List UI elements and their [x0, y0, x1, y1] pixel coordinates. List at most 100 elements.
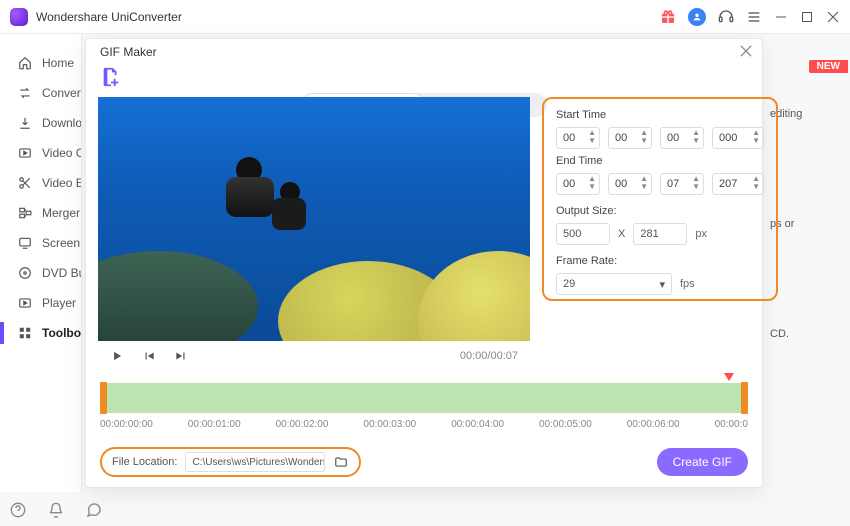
maximize-button[interactable] [800, 10, 814, 24]
import-file-button[interactable] [100, 66, 122, 88]
sidebar-item-player[interactable]: Player [0, 288, 81, 318]
trim-end-handle[interactable] [741, 382, 748, 414]
start-minute-input[interactable]: 00▲▼ [608, 127, 652, 149]
sidebar-item-label: Merger [42, 206, 80, 220]
background-content: editing ps or CD. [770, 60, 850, 486]
sidebar-item-label: Home [42, 56, 74, 70]
spinner-arrows-icon[interactable]: ▲▼ [752, 175, 760, 191]
end-hour-input[interactable]: 00▲▼ [556, 173, 600, 195]
sidebar-item-label: DVD Burner [42, 266, 81, 280]
spinner-arrows-icon[interactable]: ▲▼ [640, 129, 648, 145]
tick: 00:00:00:00 [100, 419, 153, 430]
sidebar-item-compressor[interactable]: Video Compressor [0, 138, 81, 168]
sidebar-item-label: Player [42, 296, 76, 310]
end-minute-input[interactable]: 00▲▼ [608, 173, 652, 195]
download-icon [18, 116, 32, 130]
home-icon [18, 56, 32, 70]
start-hour-input[interactable]: 00▲▼ [556, 127, 600, 149]
output-size-label: Output Size: [556, 205, 764, 217]
player-icon [18, 296, 32, 310]
sidebar-item-label: Toolbox [42, 326, 81, 340]
bell-icon[interactable] [48, 502, 64, 518]
minimize-button[interactable] [774, 10, 788, 24]
end-second-input[interactable]: 07▲▼ [660, 173, 704, 195]
sidebar-item-recorder[interactable]: Screen Recorder [0, 228, 81, 258]
frame-rate-select[interactable]: 29▾ [556, 273, 672, 295]
next-frame-button[interactable] [174, 349, 188, 363]
timeline: 00:00:00:00 00:00:01:00 00:00:02:00 00:0… [86, 383, 762, 430]
sidebar-item-label: Video Editor [42, 176, 81, 190]
tick: 00:00:04:00 [451, 419, 504, 430]
bg-text: ps or [770, 218, 842, 230]
spinner-arrows-icon[interactable]: ▲▼ [752, 129, 760, 145]
play-button[interactable] [110, 349, 124, 363]
sidebar-item-merger[interactable]: Merger [0, 198, 81, 228]
trim-start-handle[interactable] [100, 382, 107, 414]
open-folder-button[interactable] [333, 455, 349, 469]
start-second-input[interactable]: 00▲▼ [660, 127, 704, 149]
compressor-icon [18, 146, 32, 160]
playhead-marker-icon[interactable] [724, 373, 734, 381]
bg-text: editing [770, 108, 842, 120]
tick: 00:00:06:00 [627, 419, 680, 430]
sidebar-item-download[interactable]: Download [0, 108, 81, 138]
playback-controls: 00:00/00:07 [98, 341, 530, 371]
convert-icon [18, 86, 32, 100]
start-ms-input[interactable]: 000▲▼ [712, 127, 764, 149]
prev-frame-button[interactable] [142, 349, 156, 363]
size-unit: px [695, 228, 707, 240]
dvd-icon [18, 266, 32, 280]
app-logo-icon [10, 8, 28, 26]
modal-close-button[interactable] [740, 45, 752, 57]
close-button[interactable] [826, 10, 840, 24]
tick: 00:00:01:00 [188, 419, 241, 430]
spinner-arrows-icon[interactable]: ▲▼ [692, 175, 700, 191]
spinner-arrows-icon[interactable]: ▲▼ [692, 129, 700, 145]
timeline-track[interactable] [100, 383, 748, 413]
playback-time: 00:00/00:07 [460, 350, 518, 362]
file-location-label: File Location: [112, 456, 177, 468]
sidebar-item-editor[interactable]: Video Editor [0, 168, 81, 198]
footer-icons [10, 502, 102, 518]
frame-rate-label: Frame Rate: [556, 255, 764, 267]
scissors-icon [18, 176, 32, 190]
output-width-input[interactable]: 500 [556, 223, 610, 245]
video-preview[interactable] [98, 97, 530, 341]
title-bar: Wondershare UniConverter [0, 0, 850, 34]
help-icon[interactable] [10, 502, 26, 518]
file-location-select[interactable]: C:\Users\ws\Pictures\Wondersh▾ [185, 452, 325, 472]
support-icon[interactable] [718, 9, 734, 25]
app-title: Wondershare UniConverter [36, 10, 660, 24]
gif-maker-modal: GIF Maker Video to GIF Photos to GIF 00:… [85, 38, 763, 488]
size-separator: X [618, 228, 625, 240]
sidebar-item-label: Download [42, 116, 81, 130]
gift-icon[interactable] [660, 9, 676, 25]
sidebar-item-toolbox[interactable]: Toolbox [0, 318, 81, 348]
sidebar-item-home[interactable]: Home [0, 48, 81, 78]
end-ms-input[interactable]: 207▲▼ [712, 173, 764, 195]
feedback-icon[interactable] [86, 502, 102, 518]
merger-icon [18, 206, 32, 220]
timeline-ticks: 00:00:00:00 00:00:01:00 00:00:02:00 00:0… [100, 419, 748, 430]
start-time-label: Start Time [556, 109, 764, 121]
spinner-arrows-icon[interactable]: ▲▼ [588, 129, 596, 145]
bg-text: CD. [770, 328, 842, 340]
sidebar: Home Convert Download Video Compressor V… [0, 34, 82, 492]
spinner-arrows-icon[interactable]: ▲▼ [588, 175, 596, 191]
tick: 00:00:05:00 [539, 419, 592, 430]
create-gif-button[interactable]: Create GIF [657, 448, 748, 476]
sidebar-item-convert[interactable]: Convert [0, 78, 81, 108]
menu-icon[interactable] [746, 9, 762, 25]
sidebar-item-dvd[interactable]: DVD Burner [0, 258, 81, 288]
sidebar-item-label: Screen Recorder [42, 236, 81, 250]
tick: 00:00:03:00 [363, 419, 416, 430]
spinner-arrows-icon[interactable]: ▲▼ [640, 175, 648, 191]
modal-title: GIF Maker [100, 45, 157, 59]
account-avatar-icon[interactable] [688, 8, 706, 26]
recorder-icon [18, 236, 32, 250]
sidebar-item-label: Convert [42, 86, 81, 100]
tick: 00:00:0 [715, 419, 748, 430]
output-height-input[interactable]: 281 [633, 223, 687, 245]
modal-bottom-bar: File Location: C:\Users\ws\Pictures\Wond… [86, 447, 762, 477]
rate-unit: fps [680, 278, 695, 290]
